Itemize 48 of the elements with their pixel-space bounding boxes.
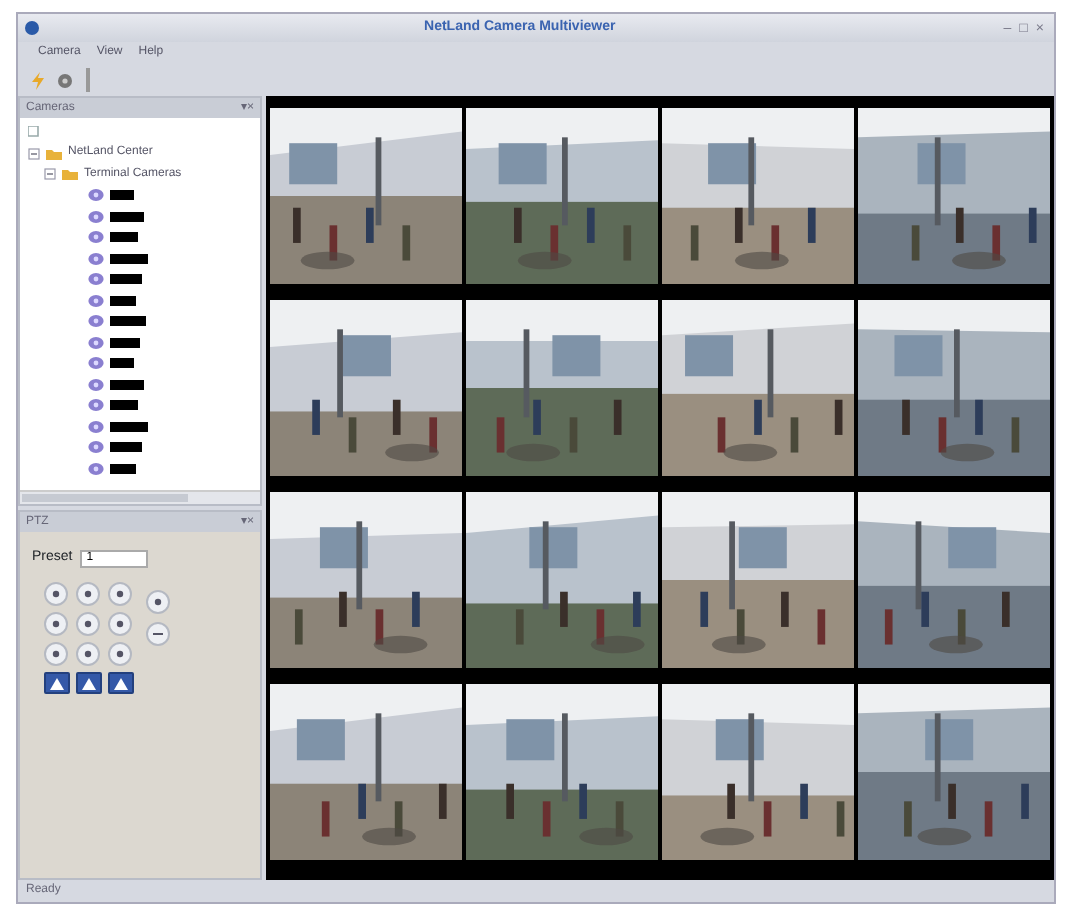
camera-icon bbox=[88, 356, 104, 371]
collapse-toggle[interactable] bbox=[44, 168, 56, 181]
camera-icon bbox=[88, 293, 104, 308]
redaction-mark bbox=[110, 379, 144, 390]
direction-button[interactable] bbox=[76, 611, 100, 635]
direction-button[interactable] bbox=[76, 581, 100, 605]
redaction-mark bbox=[110, 253, 148, 264]
camera-icon bbox=[88, 230, 104, 245]
mode-button[interactable] bbox=[108, 671, 134, 693]
redaction-mark bbox=[110, 358, 134, 369]
app-icon bbox=[24, 20, 40, 36]
direction-button[interactable] bbox=[44, 581, 68, 605]
mode-button[interactable] bbox=[44, 671, 70, 693]
zoom-in-button[interactable] bbox=[146, 589, 170, 613]
redaction-mark bbox=[110, 232, 138, 243]
direction-button[interactable] bbox=[44, 611, 68, 635]
gear-icon[interactable] bbox=[56, 71, 74, 89]
redaction-mark bbox=[110, 463, 136, 474]
triangle-icon bbox=[46, 673, 68, 691]
camera-icon bbox=[88, 461, 104, 476]
redaction-mark bbox=[110, 337, 140, 348]
camera-icon bbox=[88, 314, 104, 329]
camera-icon bbox=[88, 440, 104, 455]
direction-button[interactable] bbox=[108, 641, 132, 665]
camera-icon bbox=[88, 251, 104, 266]
direction-button[interactable] bbox=[108, 611, 132, 635]
camera-icon bbox=[88, 419, 104, 434]
camera-icon bbox=[88, 377, 104, 392]
zoom-out-button[interactable] bbox=[146, 621, 170, 645]
collapse-toggle[interactable] bbox=[28, 147, 40, 160]
camera-icon bbox=[88, 188, 104, 203]
redaction-mark bbox=[110, 295, 136, 306]
camera-icon bbox=[88, 272, 104, 287]
camera-icon bbox=[88, 209, 104, 224]
camera-icon bbox=[88, 335, 104, 350]
direction-button[interactable] bbox=[44, 641, 68, 665]
redaction-mark bbox=[110, 400, 138, 411]
redaction-mark bbox=[110, 442, 142, 453]
direction-button[interactable] bbox=[108, 581, 132, 605]
redaction-mark bbox=[110, 190, 134, 201]
camera-icon bbox=[88, 398, 104, 413]
redaction-mark bbox=[110, 211, 144, 222]
redaction-mark bbox=[110, 274, 142, 285]
toolbar-separator-icon bbox=[84, 68, 92, 92]
direction-button[interactable] bbox=[76, 641, 100, 665]
triangle-icon bbox=[110, 673, 132, 691]
redaction-mark bbox=[110, 421, 148, 432]
redaction-mark bbox=[110, 316, 146, 327]
